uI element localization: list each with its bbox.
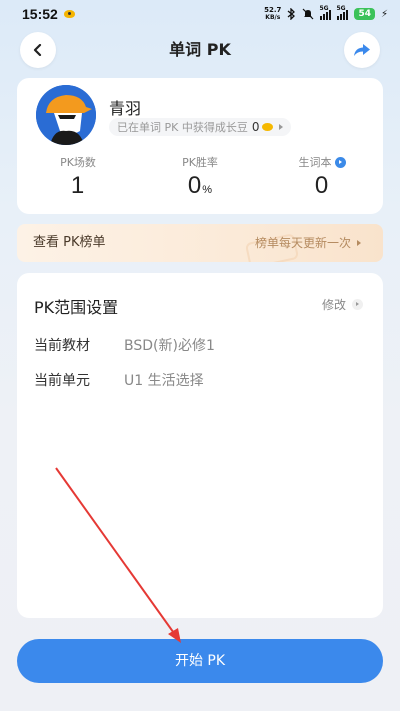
signal-sim2-icon: 5G — [336, 5, 349, 20]
avatar[interactable] — [36, 85, 96, 145]
stat-label: PK场数 — [60, 156, 96, 169]
page-title: 单词 PK — [169, 40, 231, 59]
arrow-right-icon — [357, 240, 361, 246]
stat-value: 0 — [187, 172, 202, 199]
stat-win-rate: PK胜率 0% — [139, 154, 261, 200]
charging-icon: ⚡ — [380, 8, 388, 20]
bean-icon — [262, 123, 274, 131]
share-arrow-icon — [354, 44, 370, 56]
notification-icon — [63, 9, 76, 19]
chevron-right-icon — [352, 299, 363, 310]
start-pk-button[interactable]: 开始 PK — [17, 639, 383, 683]
battery-level: 54 — [354, 8, 375, 20]
arrow-circle-icon — [334, 156, 346, 168]
network-speed: 52.7 KB/s — [264, 6, 282, 22]
unit-value: U1 生活选择 — [124, 373, 204, 389]
share-button[interactable] — [344, 32, 380, 68]
bean-count: 0 — [251, 120, 260, 134]
unit-label: 当前单元 — [34, 373, 90, 389]
stat-pk-count: PK场数 1 — [17, 154, 139, 200]
sim2-label: 5G — [336, 4, 346, 12]
network-speed-unit: KB/s — [265, 14, 281, 21]
status-time: 15:52 — [22, 6, 58, 22]
stat-value: 0 — [314, 172, 329, 199]
textbook-label: 当前教材 — [34, 338, 90, 354]
stats-row: PK场数 1 PK胜率 0% 生词本 0 — [17, 154, 383, 200]
leaderboard-banner[interactable]: 查看 PK榜单 榜单每天更新一次 — [17, 224, 383, 262]
status-indicators: 52.7 KB/s 5G 5G 54 ⚡ — [264, 5, 388, 22]
bluetooth-icon — [288, 8, 296, 20]
modify-button[interactable]: 修改 — [322, 296, 363, 313]
bean-text: 已在单词 PK 中获得成长豆 — [117, 121, 248, 134]
avatar-image — [36, 85, 96, 145]
signal-sim1-icon: 5G — [319, 5, 332, 20]
textbook-row: 当前教材 BSD(新)必修1 — [34, 335, 215, 355]
stat-label: PK胜率 — [182, 156, 218, 169]
scope-title: PK范围设置 — [34, 298, 119, 317]
arrow-right-icon — [279, 124, 284, 130]
unit-row: 当前单元 U1 生活选择 — [34, 370, 204, 390]
profile-card: 青羽 已在单词 PK 中获得成长豆 0 PK场数 1 PK胜率 0% 生词本 0 — [17, 78, 383, 214]
textbook-value: BSD(新)必修1 — [124, 338, 215, 354]
leaderboard-update-note: 榜单每天更新一次 — [255, 224, 361, 262]
mute-bell-icon — [303, 8, 314, 20]
leaderboard-update-text: 榜单每天更新一次 — [254, 236, 351, 250]
status-bar: 15:52 52.7 KB/s 5G 5G 54 ⚡ — [0, 0, 400, 28]
stat-value: 1 — [70, 172, 85, 199]
stat-label: 生词本 — [298, 156, 332, 169]
user-name: 青羽 — [109, 99, 142, 118]
network-speed-value: 52.7 — [264, 6, 282, 14]
leaderboard-link: 查看 PK榜单 — [33, 235, 106, 250]
sim1-label: 5G — [319, 4, 329, 12]
header: 单词 PK — [0, 32, 400, 68]
stat-vocab-book[interactable]: 生词本 0 — [261, 154, 383, 200]
pk-scope-card: PK范围设置 修改 当前教材 BSD(新)必修1 当前单元 U1 生活选择 — [17, 273, 383, 618]
modify-label: 修改 — [321, 298, 346, 312]
bean-summary[interactable]: 已在单词 PK 中获得成长豆 0 — [109, 118, 292, 136]
stat-unit: % — [202, 184, 213, 196]
